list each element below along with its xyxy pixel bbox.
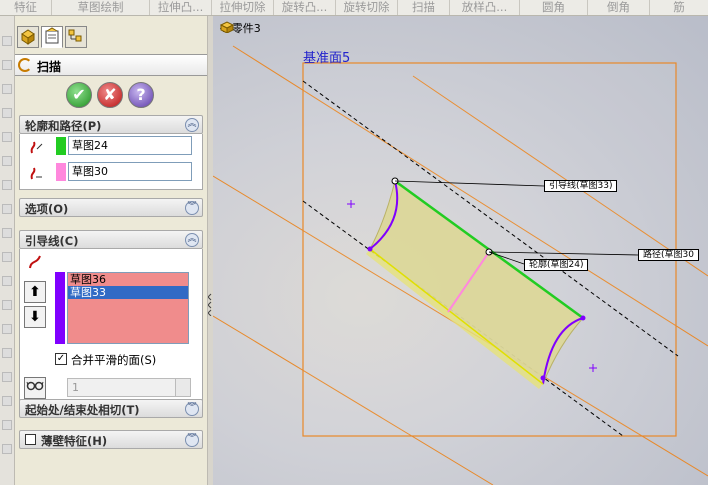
expand-chevron-icon[interactable]: ︾ — [185, 402, 199, 416]
toolbar-item-features[interactable]: 特征 — [0, 0, 52, 15]
toolbar-item-fillet[interactable]: 圆角 — [520, 0, 588, 15]
part-name[interactable]: 零件3 — [232, 22, 261, 35]
callout-guide-curve[interactable]: 引导线(草图33) — [544, 180, 618, 192]
tool-icon[interactable] — [2, 36, 12, 46]
path-field[interactable]: 草图30 — [68, 162, 192, 181]
tool-icon[interactable] — [2, 60, 12, 70]
merge-smooth-faces-label: 合并平滑的面(S) — [71, 353, 157, 367]
cancel-button[interactable]: ✘ — [97, 82, 123, 108]
merge-smooth-faces-option[interactable]: ✓ 合并平滑的面(S) — [55, 352, 200, 368]
feature-manager-tab-icon[interactable] — [17, 26, 39, 48]
profile-color-swatch — [56, 137, 66, 155]
guide-curve-icon — [27, 254, 43, 270]
path-icon — [28, 165, 44, 181]
section-header-profile-path[interactable]: 轮廓和路径(P) ︽ — [19, 115, 203, 134]
help-button[interactable]: ? — [128, 82, 154, 108]
list-item[interactable]: 草图36 — [68, 273, 188, 286]
configuration-manager-tab-icon[interactable] — [65, 26, 87, 48]
move-up-button[interactable]: ⬆ — [24, 281, 46, 303]
collapse-chevron-icon[interactable]: ︽ — [185, 118, 199, 132]
toolbar-item-extrude-cut[interactable]: 拉伸切除 — [212, 0, 274, 15]
section-number-spinner[interactable]: 1 — [67, 378, 189, 397]
tool-icon[interactable] — [2, 276, 12, 286]
thin-feature-checkbox[interactable] — [25, 434, 36, 445]
toolbar-item-loft[interactable]: 放样凸... — [450, 0, 520, 15]
tool-icon[interactable] — [2, 180, 12, 190]
callout-path[interactable]: 路径(草图30 — [638, 249, 699, 261]
expand-chevron-icon[interactable]: ︾ — [185, 433, 199, 447]
model-drawing — [213, 45, 708, 485]
guide-color-swatch — [55, 272, 65, 344]
feature-tree-root[interactable]: + 零件3 — [219, 20, 261, 36]
sweep-icon — [18, 58, 32, 72]
tool-icon[interactable] — [2, 132, 12, 142]
section-header-guides[interactable]: 引导线(C) ︽ — [19, 230, 203, 249]
part-icon — [219, 21, 235, 33]
tool-icon[interactable] — [2, 156, 12, 166]
toolbar-item-revolve-boss[interactable]: 旋转凸... — [274, 0, 336, 15]
arc-end-point — [367, 246, 373, 252]
command-toolbar: 特征 草图绘制 拉伸凸... 拉伸切除 旋转凸... 旋转切除 扫描 放样凸..… — [0, 0, 708, 16]
move-down-button[interactable]: ⬇ — [24, 306, 46, 328]
feature-title: 扫描 — [37, 60, 62, 74]
toolbar-item-revolve-cut[interactable]: 旋转切除 — [336, 0, 398, 15]
tool-icon[interactable] — [2, 228, 12, 238]
merge-smooth-faces-checkbox[interactable]: ✓ — [55, 353, 67, 365]
property-manager-panel: 扫描 ✔ ✘ ? 轮廓和路径(P) ︽ 草图24 草图30 选项(O) ︾ 引导… — [15, 16, 208, 485]
path-color-swatch — [56, 163, 66, 181]
ok-button[interactable]: ✔ — [66, 82, 92, 108]
section-header-thin-feature[interactable]: 薄壁特征(H) ︾ — [19, 430, 203, 449]
arc-end-point — [540, 375, 546, 381]
tool-icon[interactable] — [2, 300, 12, 310]
tool-icon[interactable] — [2, 204, 12, 214]
toolbar-item-sketch[interactable]: 草图绘制 — [52, 0, 150, 15]
toolbar-item-extrude-boss[interactable]: 拉伸凸... — [150, 0, 212, 15]
tool-icon[interactable] — [2, 396, 12, 406]
tool-icon[interactable] — [2, 252, 12, 262]
tool-icon[interactable] — [2, 324, 12, 334]
splitter-grip-icon[interactable] — [207, 292, 212, 317]
section-body-profile-path: 草图24 草图30 — [19, 134, 203, 190]
section-header-options[interactable]: 选项(O) ︾ — [19, 198, 203, 217]
section-title: 选项(O) — [25, 202, 69, 216]
tool-icon[interactable] — [2, 420, 12, 430]
expand-chevron-icon[interactable]: ︾ — [185, 201, 199, 215]
section-title: 薄壁特征(H) — [41, 434, 108, 448]
section-title: 轮廓和路径(P) — [25, 119, 102, 133]
feature-header: 扫描 — [15, 54, 208, 76]
toolbar-item-rib[interactable]: 筋 — [650, 0, 708, 15]
tool-icon[interactable] — [2, 444, 12, 454]
left-tool-strip — [0, 16, 15, 485]
section-title: 起始处/结束处相切(T) — [25, 403, 140, 417]
arc-end-point — [580, 315, 586, 321]
plane-label: 基准面5 — [303, 51, 351, 66]
tool-icon[interactable] — [2, 348, 12, 358]
show-sections-glasses-icon[interactable] — [24, 377, 46, 399]
tool-icon[interactable] — [2, 84, 12, 94]
profile-icon — [28, 139, 44, 155]
section-header-tangency[interactable]: 起始处/结束处相切(T) ︾ — [19, 399, 203, 418]
toolbar-item-sweep[interactable]: 扫描 — [398, 0, 450, 15]
tool-icon[interactable] — [2, 372, 12, 382]
property-manager-tab-icon[interactable] — [41, 26, 63, 48]
callout-profile[interactable]: 轮廓(草图24) — [524, 259, 589, 271]
section-title: 引导线(C) — [25, 234, 79, 248]
spinner-arrows[interactable] — [175, 378, 191, 397]
guide-curves-list[interactable]: 草图36 草图33 — [67, 272, 189, 344]
toolbar-item-chamfer[interactable]: 倒角 — [588, 0, 650, 15]
collapse-chevron-icon[interactable]: ︽ — [185, 233, 199, 247]
profile-field[interactable]: 草图24 — [68, 136, 192, 155]
list-item[interactable]: 草图33 — [68, 286, 188, 299]
graphics-viewport[interactable]: + 零件3 基准面5 引导线(草图33) 轮廓(草图24) 路径(草图30 — [213, 16, 708, 485]
tool-icon[interactable] — [2, 108, 12, 118]
